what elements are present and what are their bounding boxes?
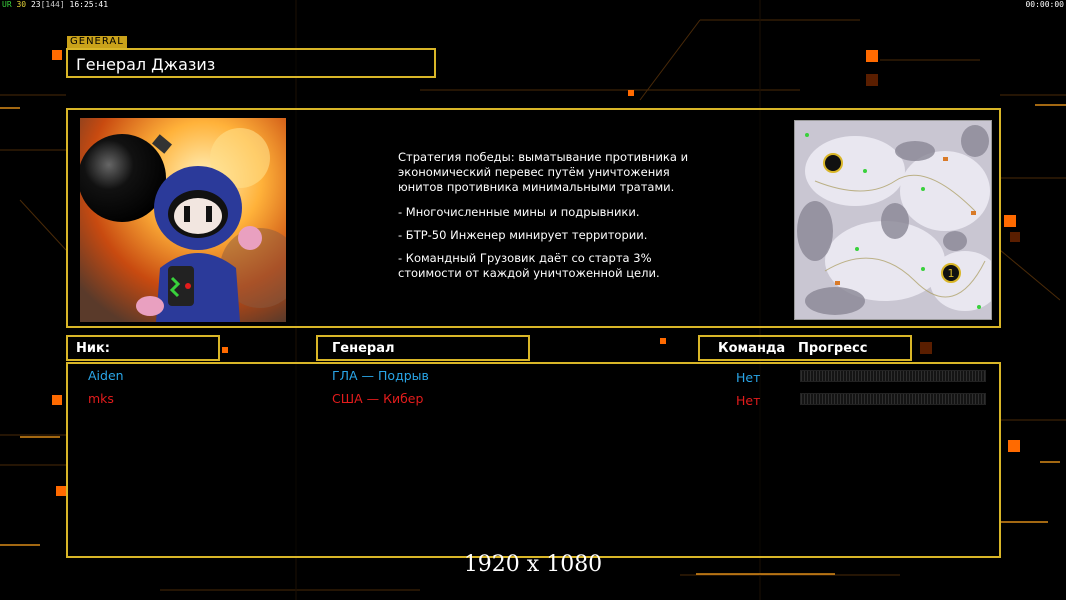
svg-text:1: 1 xyxy=(948,267,955,280)
column-header-team-progress: Команда Прогресс xyxy=(698,335,912,361)
cap-limit: [144] xyxy=(40,0,65,9)
player-team: Нет xyxy=(736,370,761,385)
player-row[interactable]: Aiden ГЛА — Подрыв Нет xyxy=(68,366,999,388)
cap-value: 23 xyxy=(30,0,41,9)
feature-2: - БТР-50 Инженер минирует территории. xyxy=(398,228,648,242)
player-row[interactable]: mks США — Кибер Нет xyxy=(68,389,999,411)
player-general: ГЛА — Подрыв xyxy=(332,368,429,383)
resolution-label: 1920 x 1080 xyxy=(463,552,603,577)
general-name: Генерал Джазиз xyxy=(76,55,216,74)
player-progress-bar xyxy=(800,370,986,382)
general-description: Стратегия победы: выматывание противника… xyxy=(398,150,708,289)
player-list: Aiden ГЛА — Подрыв Нет mks США — Кибер Н… xyxy=(66,362,1001,558)
fps-value: 30 xyxy=(16,0,27,9)
player-progress-bar xyxy=(800,393,986,405)
perf-overlay: UR 30 23[144] 16:25:41 xyxy=(2,0,108,9)
snow-map-minimap-icon[interactable]: 1 xyxy=(794,120,992,320)
general-info-panel: Стратегия победы: выматывание противника… xyxy=(66,108,1001,328)
nick-header-label: Ник: xyxy=(76,341,111,356)
player-team: Нет xyxy=(736,393,761,408)
feature-3: - Командный Грузовик даёт со старта 3% с… xyxy=(398,251,660,280)
ur-label: UR xyxy=(2,0,12,9)
bomberman-portrait-icon xyxy=(80,118,286,322)
game-timer: 00:00:00 xyxy=(1025,0,1064,9)
team-header-label: Команда xyxy=(718,341,786,356)
feature-1: - Многочисленные мины и подрывники. xyxy=(398,205,640,219)
column-header-general: Генерал xyxy=(316,335,530,361)
player-nick: mks xyxy=(88,391,114,406)
clock: 16:25:41 xyxy=(69,0,109,9)
strategy-text: Стратегия победы: выматывание противника… xyxy=(398,150,689,194)
general-header-label: Генерал xyxy=(332,341,395,356)
player-general: США — Кибер xyxy=(332,391,424,406)
player-nick: Aiden xyxy=(88,368,124,383)
general-title-box: Генерал Джазиз xyxy=(66,48,436,78)
general-tag: GENERAL xyxy=(67,36,127,48)
progress-header-label: Прогресс xyxy=(798,341,868,356)
column-header-nick: Ник: xyxy=(66,335,220,361)
